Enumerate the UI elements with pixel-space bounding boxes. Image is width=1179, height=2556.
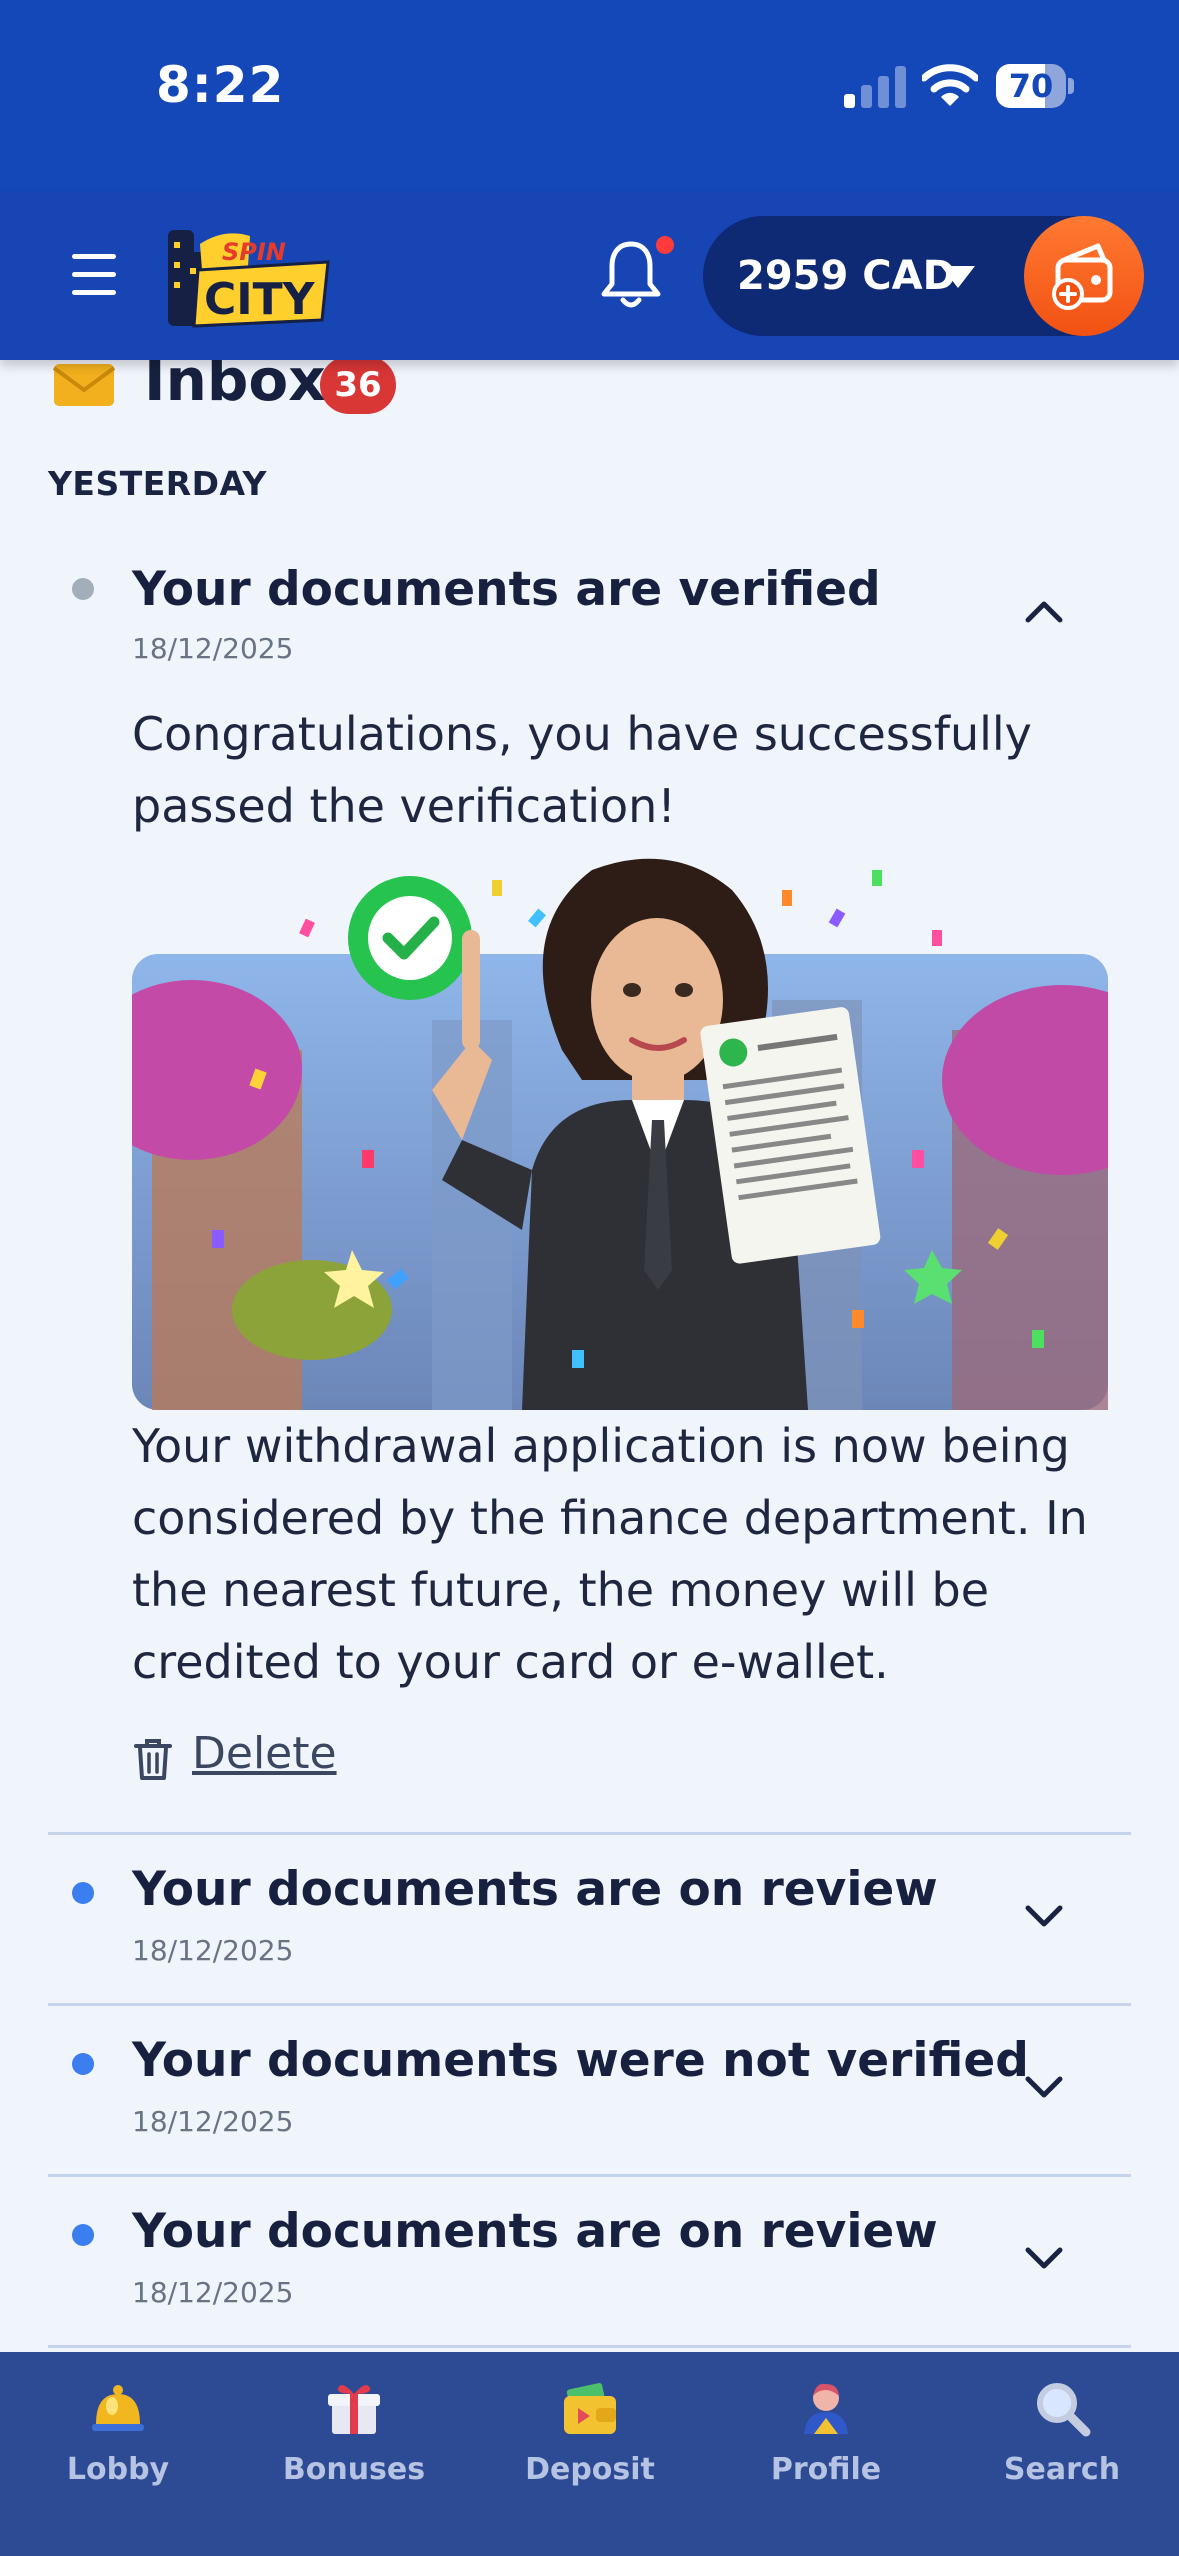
profile-icon [804,2383,848,2434]
trash-icon [134,1739,172,1780]
nav-lobby[interactable]: Lobby [0,2352,236,2556]
divider [48,1832,1131,1835]
balance-amount: 2959 CAD [737,253,956,299]
delete-label: Delete [192,1728,337,1779]
message-title: Your documents are verified [132,562,881,617]
message-date: 18/12/2025 [132,2105,294,2138]
section-label-yesterday: YESTERDAY [48,464,267,503]
service-bell-icon [92,2385,144,2431]
battery-percent: 70 [1008,67,1054,105]
battery-indicator: 70 [996,64,1074,108]
nav-search[interactable]: Search [944,2352,1179,2556]
deposit-wallet-icon [1052,243,1113,310]
nav-label: Profile [770,2452,882,2487]
message-date: 18/12/2025 [132,632,294,665]
unread-status-dot [72,1882,94,1904]
unread-status-dot [72,2053,94,2075]
message-title: Your documents are on review [132,2204,938,2259]
message-item[interactable]: Your documents are on review 18/12/2025 [48,1836,1131,2004]
read-status-dot [72,578,94,600]
message-date: 18/12/2025 [132,1934,294,1967]
bottom-navigation: Lobby Bonuses Deposit Profile Search [0,2352,1179,2556]
message-date: 18/12/2025 [132,2276,294,2309]
menu-icon [72,254,116,259]
message-item[interactable]: Your documents are on review 18/12/2025 [48,2178,1131,2346]
nav-profile[interactable]: Profile [708,2352,944,2556]
nav-label: Bonuses [282,2452,426,2487]
divider [48,2003,1131,2006]
message-title: Your documents are on review [132,1862,938,1917]
nav-label: Lobby [66,2452,170,2487]
menu-button[interactable] [66,254,126,298]
message-intro-text: Congratulations, you have successfully p… [132,707,1032,833]
nav-label: Deposit [525,2452,655,2487]
gift-icon [328,2385,380,2434]
notification-dot [656,236,674,254]
divider [48,2345,1131,2348]
chevron-down-icon[interactable] [1022,1902,1066,1930]
message-body-text: Your withdrawal application is now being… [132,1419,1088,1689]
cellular-signal-icon [844,66,906,108]
svg-text:SPIN: SPIN [222,238,286,266]
deposit-button[interactable] [1024,216,1144,336]
status-bar: 8:22 70 [0,0,1179,192]
caret-down-icon [941,266,975,288]
chevron-up-icon[interactable] [1022,598,1066,626]
divider [48,2174,1131,2177]
app-header: SPIN CITY 2959 CAD [0,192,1179,360]
chevron-down-icon[interactable] [1022,2073,1066,2101]
verification-illustration [132,858,1108,1410]
inbox-heading: Inbox 36 [0,346,1179,430]
message-item[interactable]: Your documents were not verified 18/12/2… [48,2007,1131,2175]
search-icon [1037,2383,1091,2437]
spin-city-logo[interactable]: SPIN CITY [164,222,332,332]
unread-count-badge: 36 [320,356,396,414]
wifi-icon [922,64,978,106]
svg-text:CITY: CITY [204,274,316,325]
status-time: 8:22 [156,56,285,114]
message-title: Your documents were not verified [132,2033,1029,2088]
nav-bonuses[interactable]: Bonuses [236,2352,472,2556]
unread-status-dot [72,2224,94,2246]
wallet-icon [564,2383,616,2434]
nav-deposit[interactable]: Deposit [472,2352,708,2556]
envelope-icon [52,364,116,406]
chevron-down-icon[interactable] [1022,2244,1066,2272]
nav-label: Search [1003,2452,1121,2487]
